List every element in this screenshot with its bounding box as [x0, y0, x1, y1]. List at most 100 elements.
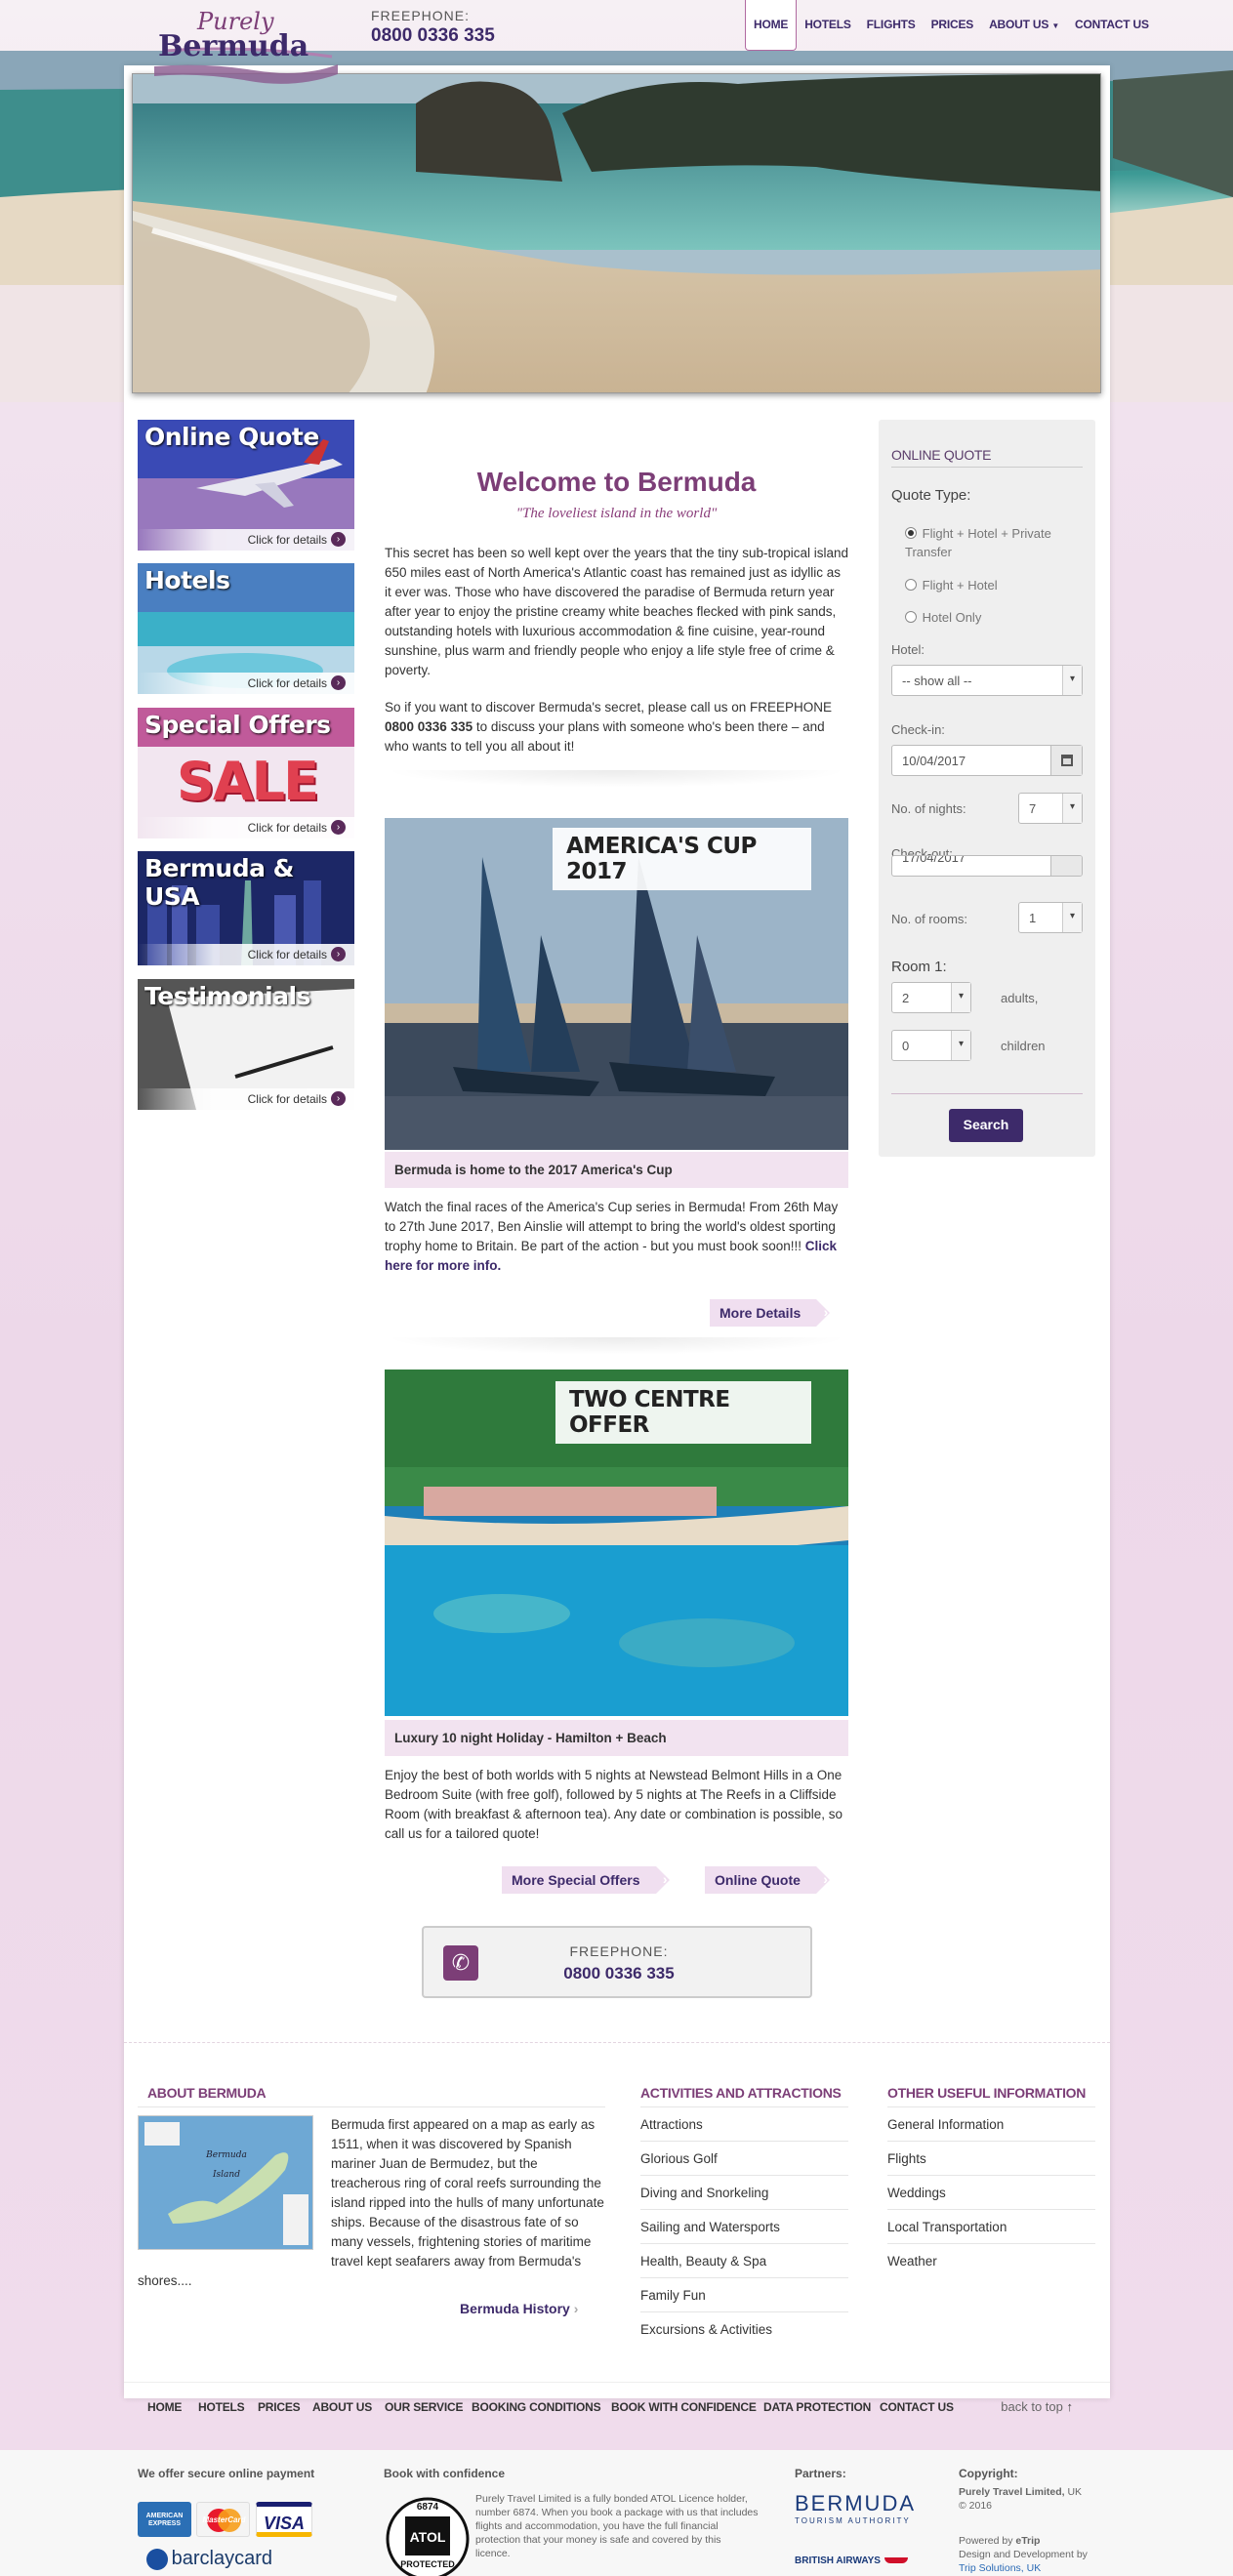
footer-nav-about-us[interactable]: ABOUT US: [312, 2400, 372, 2414]
activity-link[interactable]: Health, Beauty & Spa: [640, 2244, 848, 2278]
partner-name: BRITISH AIRWAYS: [795, 2556, 881, 2566]
link-label: back to top: [1001, 2399, 1063, 2414]
activity-link[interactable]: Sailing and Watersports: [640, 2210, 848, 2244]
copyright-company: Purely Travel Limited,: [959, 2486, 1065, 2498]
info-link[interactable]: Local Transportation: [887, 2210, 1095, 2244]
footer-nav-prices[interactable]: PRICES: [258, 2400, 301, 2414]
activity-link[interactable]: Family Fun: [640, 2278, 848, 2312]
trip-solutions-link[interactable]: Trip Solutions, UK: [959, 2562, 1041, 2574]
more-details-button[interactable]: More Details ›: [710, 1299, 831, 1327]
checkin-input[interactable]: 10/04/2017: [891, 745, 1083, 776]
promo-special-offers[interactable]: SALE Special Offers Click for details ›: [138, 708, 354, 838]
calendar-icon[interactable]: [1050, 856, 1082, 876]
activity-link[interactable]: Excursions & Activities: [640, 2312, 848, 2347]
copyright-heading: Copyright:: [959, 2467, 1018, 2480]
promo-hotels[interactable]: Hotels Click for details ›: [138, 563, 354, 694]
powered-by-text: Powered by eTrip Design and Development …: [959, 2534, 1095, 2575]
bermuda-history-link[interactable]: Bermuda History ›: [460, 2301, 578, 2316]
link-label: Bermuda History: [460, 2301, 570, 2316]
promo-title: Special Offers: [144, 711, 331, 739]
radio-icon: [905, 611, 917, 623]
hotel-select[interactable]: -- show all -- ▾: [891, 665, 1083, 696]
two-centre-image[interactable]: TWO CENTRE OFFER: [385, 1370, 848, 1716]
atol-number: 6874: [416, 2502, 439, 2513]
section-divider: [124, 2042, 1110, 2043]
divider: [891, 467, 1083, 468]
nav-prices[interactable]: PRICES: [924, 0, 981, 51]
british-airways-logo[interactable]: BRITISH AIRWAYS: [795, 2552, 908, 2566]
welcome-subtitle: "The loveliest island in the world": [515, 506, 718, 521]
radio-flight-hotel-transfer[interactable]: Flight + Hotel + Private Transfer: [905, 524, 1086, 561]
nav-about-us[interactable]: ABOUT US ▼: [981, 0, 1067, 51]
confidence-text: Purely Travel Limited is a fully bonded …: [475, 2493, 759, 2559]
nights-select[interactable]: 7 ▾: [1018, 793, 1083, 824]
activity-link[interactable]: Diving and Snorkeling: [640, 2176, 848, 2210]
back-to-top-link[interactable]: back to top ↑: [1001, 2399, 1073, 2414]
logo-bottom-text: Bermuda: [158, 29, 309, 63]
promo-bermuda-usa[interactable]: Bermuda & USA Click for details ›: [138, 851, 354, 965]
footer-nav-hotels[interactable]: HOTELS: [198, 2400, 245, 2414]
divider: [385, 770, 848, 788]
bermuda-map-image: Bermuda Island: [138, 2115, 313, 2250]
freephone-number[interactable]: 0800 0336 335: [371, 25, 495, 47]
useful-info-list: General Information Flights Weddings Loc…: [887, 2106, 1095, 2278]
sale-graphic: SALE: [177, 751, 319, 812]
rooms-select[interactable]: 1 ▾: [1018, 902, 1083, 933]
nav-contact-us[interactable]: CONTACT US: [1067, 0, 1157, 51]
welcome-paragraph-2: So if you want to discover Bermuda's sec…: [385, 698, 848, 756]
offer-description: Watch the final races of the America's C…: [385, 1198, 848, 1276]
promo-online-quote[interactable]: Online Quote Click for details ›: [138, 420, 354, 551]
radio-hotel-only[interactable]: Hotel Only: [905, 608, 1086, 627]
bermuda-tourism-logo[interactable]: BERMUDA TOURISM AUTHORITY: [795, 2491, 931, 2525]
calendar-icon[interactable]: [1050, 746, 1082, 775]
nav-hotels[interactable]: HOTELS: [797, 0, 858, 51]
map-label: Bermuda Island: [206, 2150, 247, 2180]
more-special-offers-button[interactable]: More Special Offers ›: [502, 1866, 669, 1894]
radio-label: Flight + Hotel: [922, 578, 998, 593]
atol-logo: 6874 ATOL PROTECTED: [386, 2497, 470, 2576]
footer-nav-book-with-confidence[interactable]: BOOK WITH CONFIDENCE: [611, 2400, 757, 2414]
site-logo[interactable]: Purely Bermuda: [146, 6, 342, 96]
site-header: Purely Bermuda FREEPHONE: 0800 0336 335 …: [0, 0, 1233, 84]
barclaycard-label: barclaycard: [171, 2548, 273, 2569]
offer-caption: Bermuda is home to the 2017 America's Cu…: [385, 1152, 848, 1188]
chevron-down-icon: ▾: [951, 1031, 970, 1060]
search-button[interactable]: Search: [949, 1109, 1023, 1142]
promo-title: Bermuda & USA: [144, 854, 294, 911]
radio-flight-hotel[interactable]: Flight + Hotel: [905, 576, 1086, 594]
info-link[interactable]: Weather: [887, 2244, 1095, 2278]
footer-nav-our-service[interactable]: OUR SERVICE: [385, 2400, 463, 2414]
nav-home[interactable]: HOME: [745, 0, 798, 51]
offer-text: Watch the final races of the America's C…: [385, 1200, 839, 1253]
nav-flights[interactable]: FLIGHTS: [859, 0, 924, 51]
americas-cup-image[interactable]: AMERICA'S CUP 2017: [385, 818, 848, 1150]
footer-nav-booking-conditions[interactable]: BOOKING CONDITIONS: [472, 2400, 601, 2414]
button-label: More Special Offers: [512, 1872, 640, 1888]
freephone-box[interactable]: ✆ FREEPHONE: 0800 0336 335: [422, 1926, 812, 1998]
online-quote-button[interactable]: Online Quote ›: [705, 1866, 830, 1894]
activity-link[interactable]: Attractions: [640, 2107, 848, 2142]
children-label: children: [1001, 1039, 1046, 1053]
barclaycard-icon: [146, 2548, 168, 2570]
footer-nav-contact-us[interactable]: CONTACT US: [880, 2400, 954, 2414]
copyright-year: © 2016: [959, 2500, 993, 2512]
etrip-link[interactable]: eTrip: [1015, 2535, 1040, 2547]
chevron-right-icon: ›: [331, 947, 346, 961]
adults-select[interactable]: 2 ▾: [891, 982, 971, 1013]
info-link[interactable]: General Information: [887, 2107, 1095, 2142]
chevron-right-icon: ›: [823, 1871, 828, 1887]
divider: [891, 1093, 1083, 1094]
info-link[interactable]: Flights: [887, 2142, 1095, 2176]
activity-link[interactable]: Glorious Golf: [640, 2142, 848, 2176]
checkout-input[interactable]: 17/04/2017: [891, 855, 1083, 877]
welcome-title: Welcome to Bermuda: [476, 467, 757, 497]
footer-nav-data-protection[interactable]: DATA PROTECTION: [763, 2400, 871, 2414]
promo-cta: Click for details: [138, 1088, 354, 1110]
children-select[interactable]: 0 ▾: [891, 1030, 971, 1061]
promo-title: Testimonials: [144, 982, 311, 1010]
footer-nav-home[interactable]: HOME: [147, 2400, 182, 2414]
info-link[interactable]: Weddings: [887, 2176, 1095, 2210]
rooms-label: No. of rooms:: [891, 912, 968, 926]
promo-testimonials[interactable]: Testimonials Click for details ›: [138, 979, 354, 1110]
nights-label: No. of nights:: [891, 801, 966, 816]
